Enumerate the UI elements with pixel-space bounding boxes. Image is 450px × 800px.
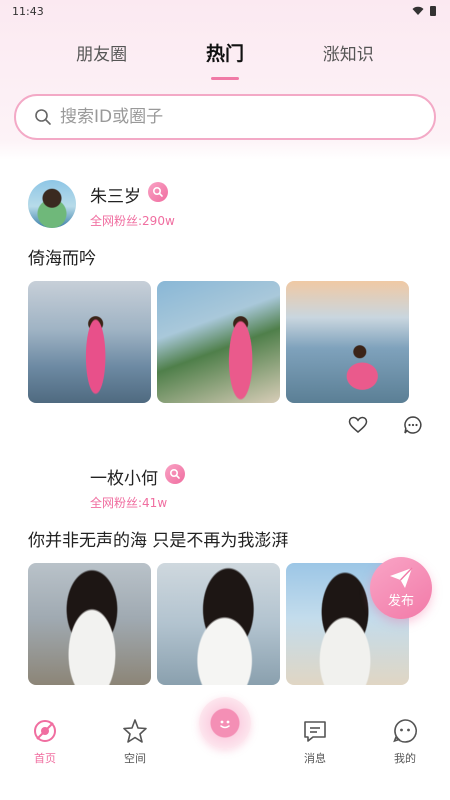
post-photo[interactable]	[286, 281, 409, 403]
verified-badge-icon	[148, 182, 168, 202]
center-face-icon	[220, 720, 230, 729]
post-caption: 你并非无声的海 只是不再为我澎湃	[28, 531, 289, 551]
post-photo[interactable]	[28, 563, 151, 685]
message-icon	[304, 721, 326, 742]
user-name[interactable]: 朱三岁	[90, 182, 141, 207]
tab-knowledge-label: 涨知识	[322, 44, 374, 65]
search-box[interactable]	[14, 94, 436, 140]
nav-profile[interactable]: 我的	[365, 718, 445, 766]
battery-icon	[430, 6, 436, 16]
nav-space-label: 空间	[124, 752, 146, 765]
nav-profile-label: 我的	[394, 752, 416, 765]
post-photo[interactable]	[157, 563, 280, 685]
nav-messages[interactable]: 消息	[275, 718, 355, 766]
avatar[interactable]	[28, 462, 76, 510]
comment-icon[interactable]	[403, 415, 423, 435]
tab-friends[interactable]: 朋友圈	[57, 40, 147, 65]
post-card: 朱三岁 全网粉丝:290w 倚海而吟	[14, 160, 436, 440]
tab-knowledge[interactable]: 涨知识	[303, 40, 393, 65]
tab-friends-label: 朋友圈	[76, 44, 128, 65]
nav-messages-label: 消息	[304, 752, 326, 765]
star-icon	[123, 719, 147, 743]
post-photo[interactable]	[157, 281, 280, 403]
status-bar: 11:43	[0, 0, 450, 22]
tab-hot[interactable]: 热门	[180, 39, 270, 80]
post-caption: 倚海而吟	[28, 249, 96, 269]
top-tabs: 朋友圈 热门 涨知识	[0, 30, 450, 80]
avatar[interactable]	[28, 180, 76, 228]
fans-count: 全网粉丝:41w	[90, 496, 168, 510]
wifi-icon	[412, 6, 424, 15]
nav-home[interactable]: 首页	[5, 718, 85, 766]
search-icon	[35, 109, 51, 125]
search-input[interactable]	[60, 107, 400, 127]
profile-face-icon	[393, 719, 417, 743]
like-icon[interactable]	[348, 415, 368, 435]
home-icon	[34, 720, 56, 742]
publish-button[interactable]: 发布	[370, 557, 432, 619]
verified-badge-icon	[165, 464, 185, 484]
nav-space[interactable]: 空间	[95, 718, 175, 766]
feed-card: 朱三岁 全网粉丝:290w 倚海而吟 一枚小何 全网粉丝:41w 你并非无声的海…	[14, 160, 436, 720]
status-icons	[412, 6, 436, 16]
nav-home-label: 首页	[34, 752, 56, 765]
paper-plane-icon	[390, 567, 413, 588]
center-action-button[interactable]	[199, 697, 251, 749]
post-photo[interactable]	[28, 281, 151, 403]
status-time: 11:43	[12, 4, 44, 18]
user-name[interactable]: 一枚小何	[90, 464, 158, 489]
publish-label: 发布	[387, 594, 414, 609]
tab-indicator	[210, 76, 239, 80]
tab-hot-label: 热门	[205, 42, 244, 65]
fans-count: 全网粉丝:290w	[90, 214, 175, 228]
